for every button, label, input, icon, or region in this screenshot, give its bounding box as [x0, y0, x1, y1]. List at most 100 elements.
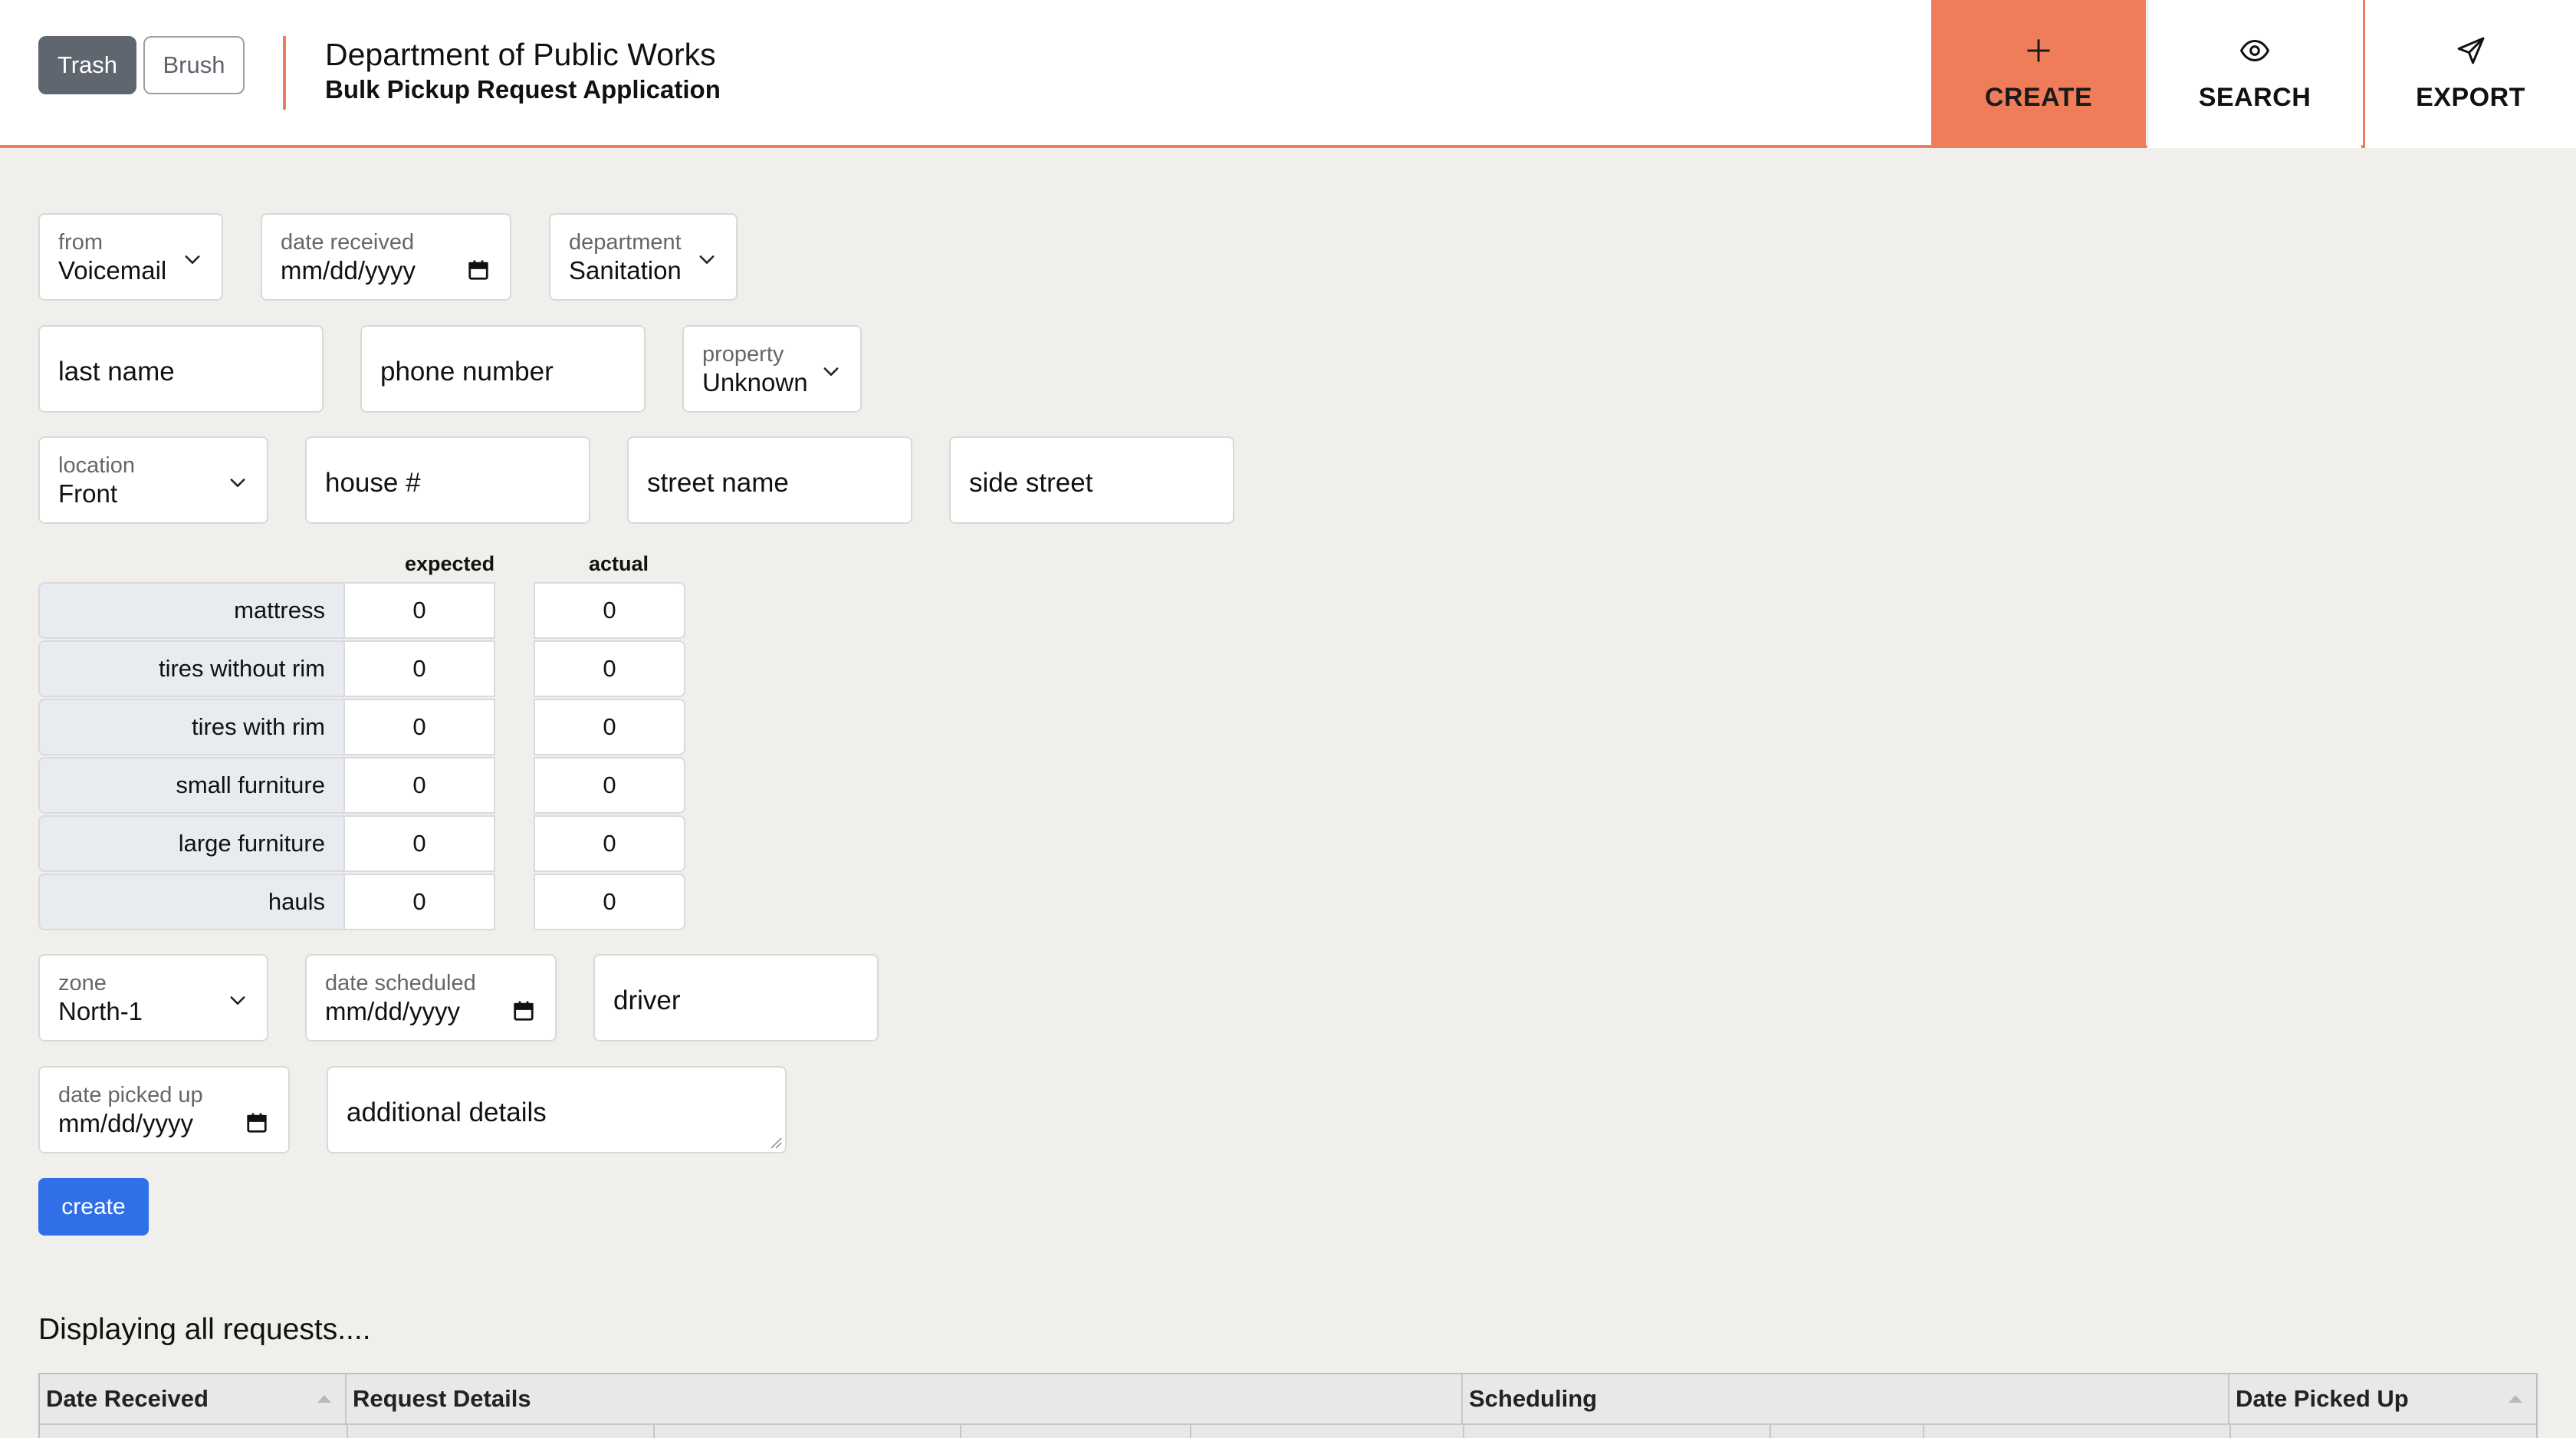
actual-count-input[interactable]: 0 — [534, 640, 685, 697]
from-label: from — [58, 230, 103, 255]
chevron-down-icon — [699, 255, 715, 264]
plus-icon — [2027, 39, 2050, 62]
item-count-label: large furniture — [38, 815, 345, 872]
actual-column-header: actual — [589, 552, 649, 575]
date-scheduled-input[interactable]: date scheduled mm/dd/yyyy — [305, 954, 557, 1041]
department-label: department — [569, 230, 682, 255]
date-received-input[interactable]: date received mm/dd/yyyy — [261, 213, 511, 301]
subheader-divider — [653, 1425, 655, 1438]
calendar-icon[interactable] — [467, 258, 490, 281]
actual-count-input[interactable]: 0 — [534, 757, 685, 814]
page-title: Department of Public Works — [325, 37, 716, 72]
create-submit-button[interactable]: create — [38, 1178, 149, 1236]
nav-search-label: SEARCH — [2198, 83, 2312, 112]
item-count-label: hauls — [38, 874, 345, 930]
location-value: Front — [58, 479, 118, 508]
street-name-placeholder: street name — [647, 468, 789, 498]
property-label: property — [702, 342, 784, 367]
subheader-divider — [1190, 1425, 1191, 1438]
last-name-input[interactable]: last name — [38, 325, 324, 413]
side-street-input[interactable]: side street — [949, 436, 1234, 524]
column-request-details: Request Details — [347, 1374, 1463, 1423]
column-date-received-label: Date Received — [46, 1385, 209, 1412]
from-select[interactable]: from Voicemail — [38, 213, 223, 301]
date-scheduled-value: mm/dd/yyyy — [325, 997, 461, 1025]
column-date-picked-up[interactable]: Date Picked Up — [2229, 1374, 2536, 1423]
trash-toggle-button[interactable]: Trash — [38, 36, 136, 94]
sort-up-icon[interactable] — [316, 1393, 333, 1405]
actual-count-input[interactable]: 0 — [534, 582, 685, 639]
subheader-divider — [960, 1425, 961, 1438]
expected-count-input[interactable]: 0 — [343, 640, 495, 697]
nav-export-label: EXPORT — [2416, 83, 2525, 112]
expected-count-input[interactable]: 0 — [343, 582, 495, 639]
actual-count-input[interactable]: 0 — [534, 874, 685, 930]
chevron-down-icon — [230, 996, 245, 1005]
phone-number-input[interactable]: phone number — [360, 325, 646, 413]
zone-select[interactable]: zone North-1 — [38, 954, 268, 1041]
results-table: Date Received Request Details Scheduling… — [38, 1373, 2538, 1438]
expected-column-header: expected — [405, 552, 495, 575]
subheader-divider — [1463, 1425, 1464, 1438]
zone-label: zone — [58, 971, 107, 995]
item-count-row: small furniture 0 0 — [38, 757, 685, 814]
resize-handle-icon[interactable] — [768, 1135, 782, 1149]
location-label: location — [58, 453, 135, 478]
side-street-placeholder: side street — [969, 468, 1093, 498]
from-value: Voicemail — [58, 256, 167, 285]
expected-count-input[interactable]: 0 — [343, 757, 495, 814]
item-count-row: tires with rim 0 0 — [38, 699, 685, 755]
date-picked-up-value: mm/dd/yyyy — [58, 1109, 194, 1137]
calendar-icon[interactable] — [245, 1111, 268, 1134]
subheader-divider — [347, 1425, 348, 1438]
page-subtitle: Bulk Pickup Request Application — [325, 75, 721, 104]
date-scheduled-label: date scheduled — [325, 971, 476, 995]
column-scheduling: Scheduling — [1463, 1374, 2229, 1423]
item-count-label: small furniture — [38, 757, 345, 814]
expected-count-input[interactable]: 0 — [343, 874, 495, 930]
item-count-label: tires without rim — [38, 640, 345, 697]
item-count-label: tires with rim — [38, 699, 345, 755]
street-name-input[interactable]: street name — [627, 436, 912, 524]
location-select[interactable]: location Front — [38, 436, 268, 524]
date-received-value: mm/dd/yyyy — [281, 256, 416, 285]
chevron-down-icon — [823, 367, 839, 376]
column-date-picked-up-label: Date Picked Up — [2236, 1385, 2409, 1412]
subheader-divider — [2229, 1425, 2231, 1438]
date-picked-up-label: date picked up — [58, 1083, 203, 1107]
header-divider — [283, 36, 286, 110]
house-number-input[interactable]: house # — [305, 436, 590, 524]
sort-up-icon[interactable] — [2507, 1393, 2524, 1405]
expected-count-input[interactable]: 0 — [343, 699, 495, 755]
expected-count-input[interactable]: 0 — [343, 815, 495, 872]
actual-count-input[interactable]: 0 — [534, 815, 685, 872]
house-number-placeholder: house # — [325, 468, 421, 498]
driver-placeholder: driver — [613, 986, 681, 1015]
property-select[interactable]: property Unknown — [682, 325, 862, 413]
subheader-divider — [1923, 1425, 1924, 1438]
nav-search-button[interactable]: SEARCH — [2147, 0, 2361, 148]
date-received-label: date received — [281, 230, 415, 255]
nav-create-button[interactable]: CREATE — [1931, 0, 2146, 148]
item-count-row: mattress 0 0 — [38, 582, 685, 639]
column-date-received[interactable]: Date Received — [40, 1374, 347, 1423]
zone-value: North-1 — [58, 997, 143, 1025]
subheader-divider — [1769, 1425, 1771, 1438]
app-header: Trash Brush Department of Public Works B… — [0, 0, 2576, 148]
nav-create-label: CREATE — [1984, 83, 2093, 112]
phone-number-placeholder: phone number — [380, 357, 554, 387]
brush-toggle-button[interactable]: Brush — [143, 36, 245, 94]
additional-details-placeholder: additional details — [347, 1097, 547, 1127]
date-picked-up-input[interactable]: date picked up mm/dd/yyyy — [38, 1066, 290, 1153]
calendar-icon[interactable] — [512, 999, 535, 1022]
chevron-down-icon — [185, 255, 200, 264]
additional-details-textarea[interactable]: additional details — [327, 1066, 787, 1153]
department-select[interactable]: department Sanitation — [549, 213, 738, 301]
eye-icon — [2240, 40, 2269, 61]
item-count-row: large furniture 0 0 — [38, 815, 685, 872]
nav-export-button[interactable]: EXPORT — [2363, 0, 2576, 148]
actual-count-input[interactable]: 0 — [534, 699, 685, 755]
item-count-label: mattress — [38, 582, 345, 639]
item-count-row: hauls 0 0 — [38, 874, 685, 930]
driver-input[interactable]: driver — [593, 954, 879, 1041]
